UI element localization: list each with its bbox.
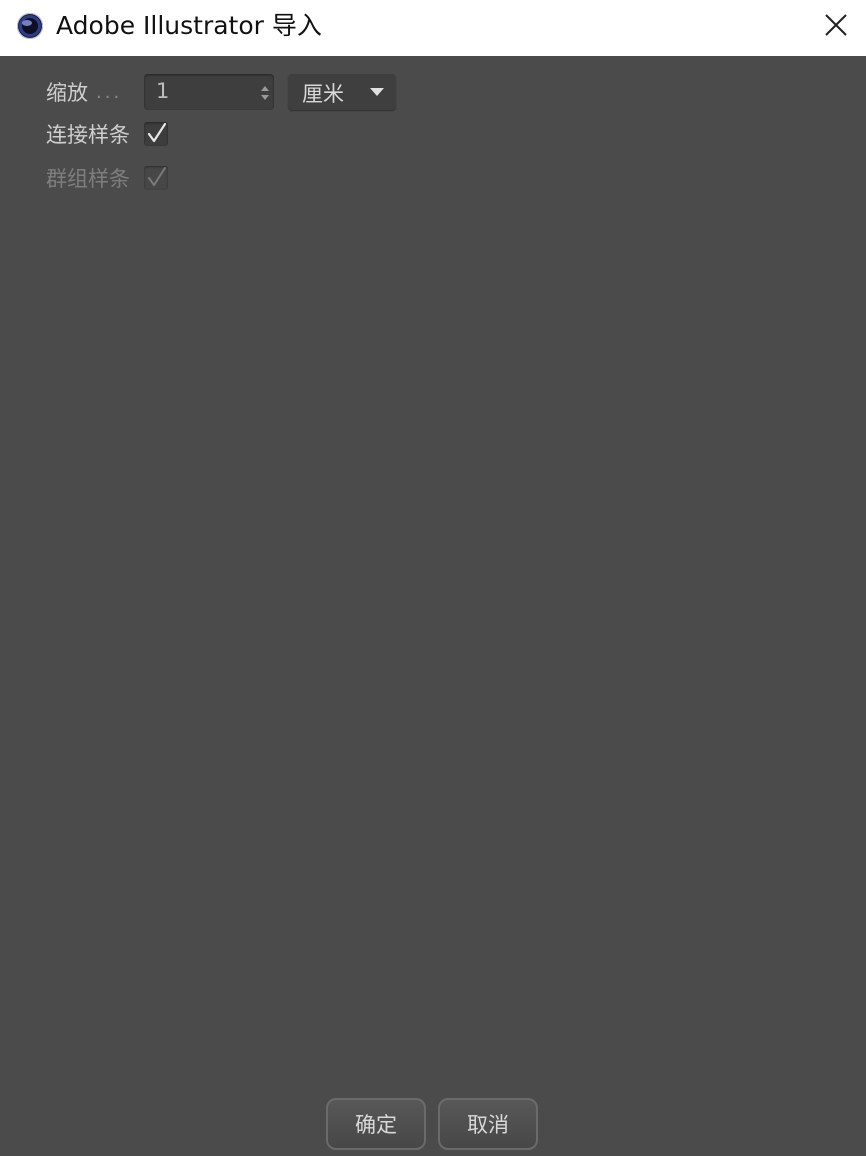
title-bar: Adobe Illustrator 导入 — [0, 0, 866, 56]
window-title: Adobe Illustrator 导入 — [56, 11, 322, 40]
scale-label: 缩放 — [46, 81, 88, 105]
connect-splines-label: 连接样条 — [46, 123, 130, 147]
scale-input[interactable]: 1 — [144, 74, 274, 110]
cinema4d-logo-icon — [16, 12, 44, 40]
close-icon — [825, 14, 847, 36]
close-button[interactable] — [816, 8, 856, 42]
connect-splines-checkbox[interactable] — [144, 122, 168, 146]
ok-button[interactable]: 确定 — [326, 1098, 426, 1150]
scale-ellipsis: ... — [96, 81, 123, 103]
chevron-down-icon — [370, 88, 384, 96]
unit-dropdown[interactable]: 厘米 — [288, 74, 396, 110]
scale-row: 缩放 ... — [46, 74, 122, 110]
stepper-arrows-icon[interactable] — [260, 85, 270, 101]
unit-value: 厘米 — [302, 82, 344, 106]
checkmark-icon — [147, 122, 167, 143]
dialog-footer: 确定 取消 — [0, 1096, 866, 1156]
dialog-content: 缩放 ... 1 厘米 连接样条 群组样条 确定 取消 — [0, 56, 866, 1156]
checkmark-icon — [148, 167, 166, 186]
group-splines-checkbox — [144, 166, 168, 190]
connect-splines-row: 连接样条 — [46, 116, 130, 152]
group-splines-row: 群组样条 — [46, 160, 130, 196]
group-splines-label: 群组样条 — [46, 167, 130, 191]
scale-value: 1 — [156, 79, 170, 103]
cancel-button[interactable]: 取消 — [438, 1098, 538, 1150]
